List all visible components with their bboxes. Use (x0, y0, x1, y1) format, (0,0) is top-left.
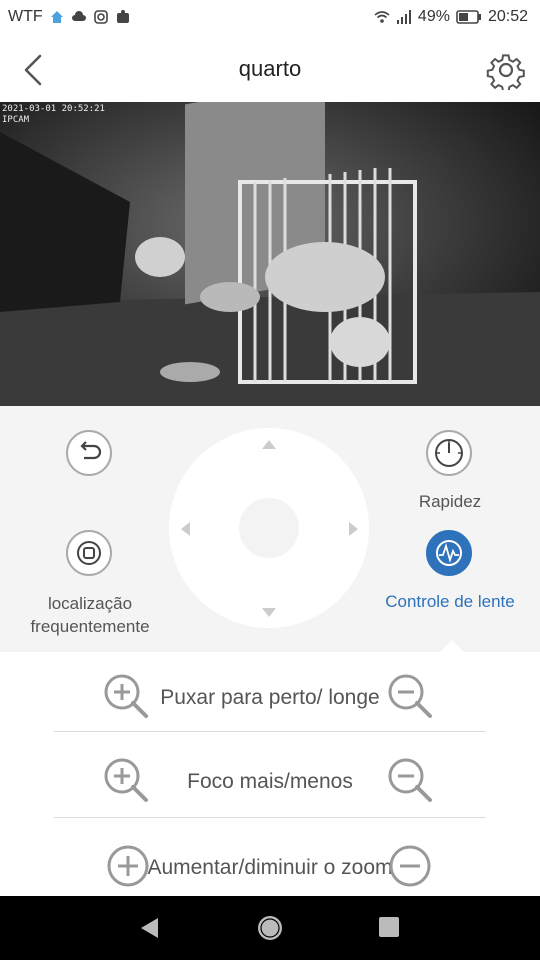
divider (54, 731, 486, 732)
status-bar: WTF 49% 20:52 (0, 0, 540, 36)
clock: 20:52 (487, 8, 528, 25)
arrow-down-icon[interactable] (262, 608, 276, 617)
lens-row-label: Puxar para perto/ longe (160, 686, 380, 709)
camera-image (0, 102, 540, 406)
lens-icon (436, 540, 462, 566)
battery-icon (456, 10, 481, 24)
page-title: quarto (238, 56, 302, 81)
status-right: 49% 20:52 (374, 8, 528, 26)
ptz-controls: Rapidez localização frequentemente Contr… (0, 406, 540, 652)
lens-row-distance: Puxar para perto/ longe (54, 656, 486, 740)
arrow-up-icon[interactable] (262, 440, 276, 449)
speed-label: Rapidez (418, 492, 482, 511)
settings-button[interactable] (486, 50, 526, 93)
lens-row-label: Foco mais/menos (187, 770, 353, 793)
gauge-icon (435, 439, 463, 467)
camera-feed[interactable]: 2021-03-01 20:52:21 IPCAM (0, 102, 540, 406)
lens-control-label: Controle de lente (385, 592, 515, 611)
arrow-right-icon[interactable] (349, 522, 358, 536)
nav-recents-icon[interactable] (378, 916, 400, 938)
app-header: quarto (0, 36, 540, 102)
wifi-icon (374, 11, 390, 23)
undo-icon (80, 441, 102, 460)
zoom-out-icon[interactable] (386, 756, 436, 806)
zoom-out-icon[interactable] (386, 672, 436, 722)
gear-icon (486, 54, 525, 93)
ptz-joystick[interactable] (169, 428, 369, 628)
arrow-left-icon[interactable] (181, 522, 190, 536)
battery-percent: 49% (417, 8, 450, 25)
lens-row-focus: Foco mais/menos (54, 740, 486, 824)
home-icon (50, 11, 63, 23)
frequent-location-label: localização frequentemente (30, 594, 150, 636)
notification-icon (116, 10, 129, 23)
divider (54, 817, 486, 818)
instagram-icon (93, 10, 108, 24)
video-timestamp: 2021-03-01 20:52:21 (2, 104, 105, 114)
undo-button[interactable] (66, 430, 112, 476)
video-overlay: 2021-03-01 20:52:21 IPCAM (2, 104, 105, 126)
cloud-icon (71, 11, 86, 21)
target-icon (77, 541, 101, 565)
nav-home-icon[interactable] (256, 914, 284, 942)
frequent-location-button[interactable] (66, 530, 112, 576)
joystick-center[interactable] (239, 498, 299, 558)
lens-control-button[interactable] (426, 530, 472, 576)
signal-icon (396, 10, 411, 24)
carrier-label: WTF (8, 8, 43, 25)
minus-circle-icon[interactable] (386, 842, 436, 892)
status-left: WTF (8, 8, 131, 26)
active-pointer (440, 640, 464, 652)
system-nav-bar (0, 896, 540, 960)
camera-label: IPCAM (2, 115, 30, 125)
lens-control-panel: Puxar para perto/ longe Foco mais/menos … (0, 652, 540, 896)
speed-button[interactable] (426, 430, 472, 476)
nav-back-icon[interactable] (138, 916, 162, 940)
